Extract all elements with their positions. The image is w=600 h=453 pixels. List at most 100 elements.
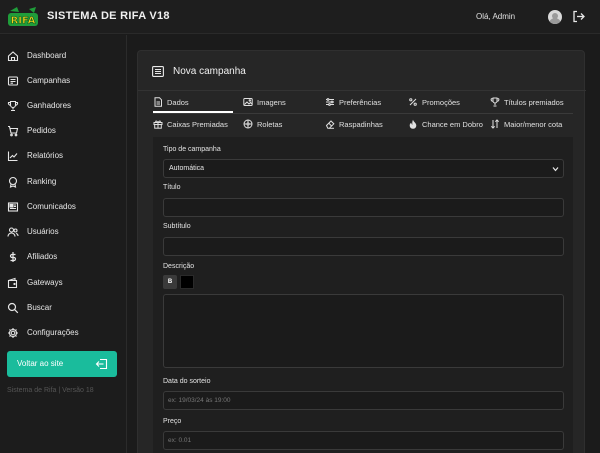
subtitle-label: Subtítulo — [163, 223, 191, 230]
tab-preferencias[interactable]: Preferências — [325, 92, 405, 113]
home-icon — [7, 51, 19, 62]
fire-icon — [409, 119, 417, 129]
roulette-icon — [243, 119, 253, 129]
user-greeting: Olá, Admin — [476, 12, 516, 21]
svg-text:RIFA: RIFA — [11, 16, 36, 27]
logout-icon[interactable] — [572, 10, 585, 23]
sidebar-item-dashboard[interactable]: Dashboard — [0, 45, 127, 67]
sidebar-item-buscar[interactable]: Buscar — [0, 297, 127, 319]
gear-icon — [8, 328, 18, 338]
sidebar-item-label: Buscar — [27, 303, 52, 312]
sidebar-item-label: Usuários — [27, 227, 59, 236]
sidebar-item-label: Campanhas — [27, 76, 71, 85]
sidebar: Dashboard Campanhas Ganhadores Pedidos R… — [0, 35, 127, 453]
trophy-icon — [7, 100, 19, 112]
tab-chance-em-dobro[interactable]: Chance em Dobro — [408, 114, 488, 135]
medal-icon — [8, 176, 18, 188]
users-icon — [7, 227, 19, 237]
percent-icon — [409, 98, 417, 106]
tab-roletas[interactable]: Roletas — [243, 114, 323, 135]
cart-icon — [8, 125, 19, 137]
campaign-data-panel: Tipo de campanha Automática Título Subtí… — [153, 137, 573, 453]
sidebar-item-gateways[interactable]: Gateways — [0, 272, 127, 294]
campaigns-icon — [7, 76, 19, 86]
sidebar-item-label: Gateways — [27, 278, 63, 287]
sidebar-item-label: Pedidos — [27, 126, 56, 135]
news-icon — [7, 202, 19, 212]
avatar[interactable] — [548, 10, 562, 24]
card-header: Nova campanha — [138, 51, 586, 91]
title-input[interactable] — [163, 198, 564, 217]
campaign-type-label: Tipo de campanha — [163, 146, 221, 153]
tabs: Dados Imagens Preferências Promoções Tít… — [153, 91, 573, 137]
tabs-divider — [153, 113, 573, 114]
new-campaign-card: Nova campanha Dados Imagens Preferências… — [137, 50, 586, 453]
tab-titulos-premiados[interactable]: Títulos premiados — [490, 92, 574, 113]
list-icon — [152, 66, 164, 77]
sidebar-item-label: Relatórios — [27, 151, 64, 160]
chart-icon — [7, 151, 18, 162]
tab-label: Imagens — [257, 98, 286, 107]
sidebar-item-usuarios[interactable]: Usuários — [0, 221, 127, 243]
tab-label: Promoções — [422, 98, 460, 107]
sort-icon — [490, 119, 500, 129]
tab-label: Roletas — [257, 120, 283, 129]
tab-dados[interactable]: Dados — [153, 92, 233, 113]
version-text: Sistema de Rifa | Versão 18 — [7, 387, 94, 394]
file-icon — [154, 97, 162, 107]
tab-promocoes[interactable]: Promoções — [408, 92, 488, 113]
gift-icon — [153, 120, 163, 129]
tab-maior-menor-cota[interactable]: Maior/menor cota — [490, 114, 574, 135]
image-icon — [243, 98, 253, 106]
tab-label: Caixas Premiadas — [167, 120, 228, 129]
draw-date-input[interactable] — [163, 391, 564, 410]
bold-button[interactable]: B — [163, 275, 177, 289]
description-editor[interactable] — [163, 294, 564, 368]
back-to-site-button[interactable]: Voltar ao site — [7, 351, 117, 377]
subtitle-input[interactable] — [163, 237, 564, 256]
tab-label: Chance em Dobro — [422, 120, 483, 129]
tab-label: Títulos premiados — [504, 98, 564, 107]
sidebar-item-relatorios[interactable]: Relatórios — [0, 145, 127, 167]
sidebar-item-configuracoes[interactable]: Configurações — [0, 322, 127, 344]
search-icon — [7, 302, 19, 314]
tab-caixas-premiadas[interactable]: Caixas Premiadas — [153, 114, 241, 135]
chevron-down-icon — [552, 167, 559, 172]
sidebar-item-ganhadores[interactable]: Ganhadores — [0, 95, 127, 117]
sidebar-item-label: Afiliados — [27, 252, 58, 261]
back-to-site-label: Voltar ao site — [17, 359, 64, 368]
title-label: Título — [163, 184, 181, 191]
app-title: SISTEMA DE RIFA V18 — [47, 10, 170, 22]
eraser-icon — [325, 120, 335, 129]
sidebar-item-ranking[interactable]: Ranking — [0, 171, 127, 193]
sidebar-item-comunicados[interactable]: Comunicados — [0, 196, 127, 218]
tab-label: Raspadinhas — [339, 120, 383, 129]
sidebar-item-label: Ranking — [27, 177, 57, 186]
tab-raspadinhas[interactable]: Raspadinhas — [325, 114, 405, 135]
price-input[interactable] — [163, 431, 564, 450]
text-color-button[interactable] — [180, 275, 194, 289]
wallet-icon — [7, 277, 18, 289]
sidebar-item-label: Comunicados — [27, 202, 76, 211]
description-label: Descrição — [163, 263, 195, 270]
tab-label: Preferências — [339, 98, 382, 107]
sliders-icon — [326, 98, 334, 106]
tab-imagens[interactable]: Imagens — [243, 92, 323, 113]
top-bar: RIFA SISTEMA DE RIFA V18 Olá, Admin — [0, 0, 600, 34]
price-label: Preço — [163, 418, 182, 425]
sidebar-item-pedidos[interactable]: Pedidos — [0, 120, 127, 142]
campaign-type-value: Automática — [169, 165, 205, 172]
sidebar-item-campanhas[interactable]: Campanhas — [0, 70, 127, 92]
sidebar-item-label: Ganhadores — [27, 101, 72, 110]
tab-label: Dados — [167, 98, 189, 107]
sidebar-item-label: Dashboard — [27, 51, 67, 60]
rifa-logo[interactable]: RIFA — [7, 5, 39, 29]
sidebar-item-afiliados[interactable]: Afiliados — [0, 246, 127, 268]
dollar-icon — [9, 252, 17, 262]
draw-date-label: Data do sorteio — [163, 378, 211, 385]
campaign-type-select[interactable]: Automática — [163, 159, 564, 178]
sidebar-item-label: Configurações — [27, 328, 79, 337]
tab-label: Maior/menor cota — [504, 120, 563, 129]
page-title: Nova campanha — [173, 66, 246, 77]
exit-site-icon — [95, 358, 108, 370]
